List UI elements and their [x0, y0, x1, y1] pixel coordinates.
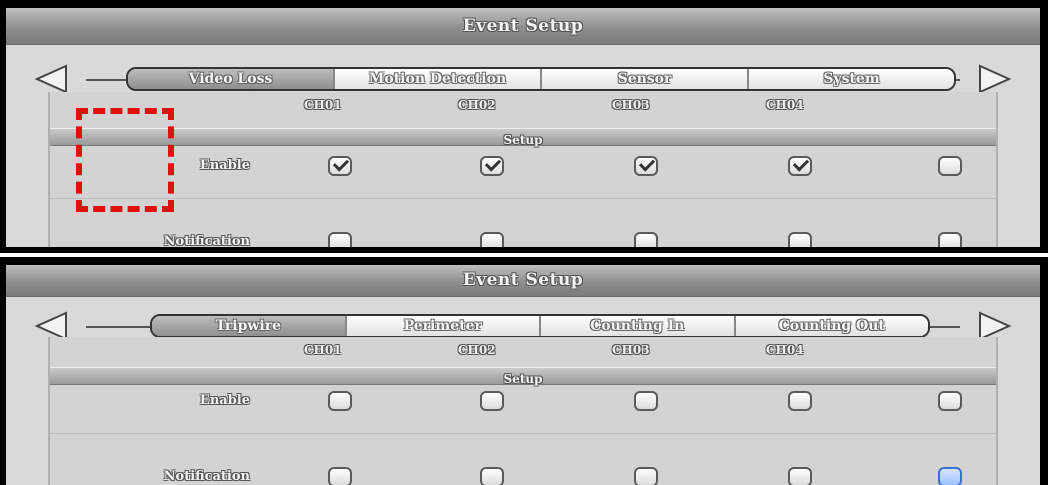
row-label-notification: Notification: [163, 469, 250, 484]
section-title: Setup: [503, 133, 543, 147]
panel-title: Event Setup: [462, 270, 584, 290]
channel-header-ch04: CH04: [766, 343, 804, 357]
left-arrow-icon[interactable]: [34, 64, 68, 94]
enable-checkbox-all[interactable]: [938, 391, 962, 411]
row-label-notification: Notification: [163, 234, 250, 249]
channel-header-ch01: CH01: [304, 343, 342, 357]
tab-sensor[interactable]: Sensor: [542, 69, 749, 89]
enable-checkbox-ch04[interactable]: [788, 391, 812, 411]
settings-grid: CH01 CH02 CH03 CH04 Setup Enable Notific…: [48, 337, 998, 485]
section-bar: Setup: [50, 367, 996, 386]
channel-header-ch03: CH03: [612, 98, 650, 112]
tab-motion-detection[interactable]: Motion Detection: [335, 69, 542, 89]
tab-video-loss[interactable]: Video Loss: [128, 69, 335, 89]
notification-checkbox-ch01[interactable]: [328, 467, 352, 485]
panel-title: Event Setup: [462, 16, 584, 36]
right-arrow-icon[interactable]: [978, 64, 1012, 94]
tab-group: Tripwire Perimeter Counting In Counting …: [150, 314, 930, 338]
enable-checkbox-ch04[interactable]: [788, 156, 812, 176]
tab-tripwire[interactable]: Tripwire: [152, 316, 347, 336]
enable-checkbox-ch02[interactable]: [480, 156, 504, 176]
highlight-annotation-box: [76, 108, 174, 212]
notification-checkbox-ch02[interactable]: [480, 232, 504, 247]
notification-checkbox-all[interactable]: [938, 467, 962, 485]
notification-checkbox-ch03[interactable]: [634, 232, 658, 247]
channel-header-ch04: CH04: [766, 98, 804, 112]
notification-checkbox-ch02[interactable]: [480, 467, 504, 485]
event-setup-panel-2: Event Setup Tripwire Perimeter Counting …: [0, 257, 1048, 485]
row-label-enable: Enable: [199, 393, 250, 408]
title-bar: Event Setup: [6, 265, 1040, 297]
title-bar: Event Setup: [6, 8, 1040, 45]
tab-perimeter[interactable]: Perimeter: [346, 316, 541, 336]
tab-counting-out[interactable]: Counting Out: [735, 316, 928, 336]
channel-header-ch01: CH01: [304, 98, 342, 112]
notification-checkbox-all[interactable]: [938, 232, 962, 247]
settings-grid: CH01 CH02 CH03 CH04 Setup Enable Notific…: [48, 92, 998, 249]
tab-counting-in[interactable]: Counting In: [541, 316, 736, 336]
channel-header-ch02: CH02: [458, 98, 496, 112]
notification-checkbox-ch04[interactable]: [788, 467, 812, 485]
event-setup-panel-1: Event Setup Video Loss Motion Detection …: [0, 0, 1048, 253]
enable-checkbox-ch02[interactable]: [480, 391, 504, 411]
section-bar: Setup: [50, 128, 996, 147]
notification-checkbox-ch04[interactable]: [788, 232, 812, 247]
channel-header-ch02: CH02: [458, 343, 496, 357]
enable-checkbox-ch03[interactable]: [634, 391, 658, 411]
channel-header-ch03: CH03: [612, 343, 650, 357]
enable-checkbox-ch01[interactable]: [328, 156, 352, 176]
notification-checkbox-ch01[interactable]: [328, 232, 352, 247]
tab-group: Video Loss Motion Detection Sensor Syste…: [126, 67, 956, 91]
enable-checkbox-ch03[interactable]: [634, 156, 658, 176]
enable-checkbox-ch01[interactable]: [328, 391, 352, 411]
tab-system[interactable]: System: [749, 69, 954, 89]
notification-checkbox-ch03[interactable]: [634, 467, 658, 485]
section-title: Setup: [503, 372, 543, 386]
enable-checkbox-all[interactable]: [938, 156, 962, 176]
